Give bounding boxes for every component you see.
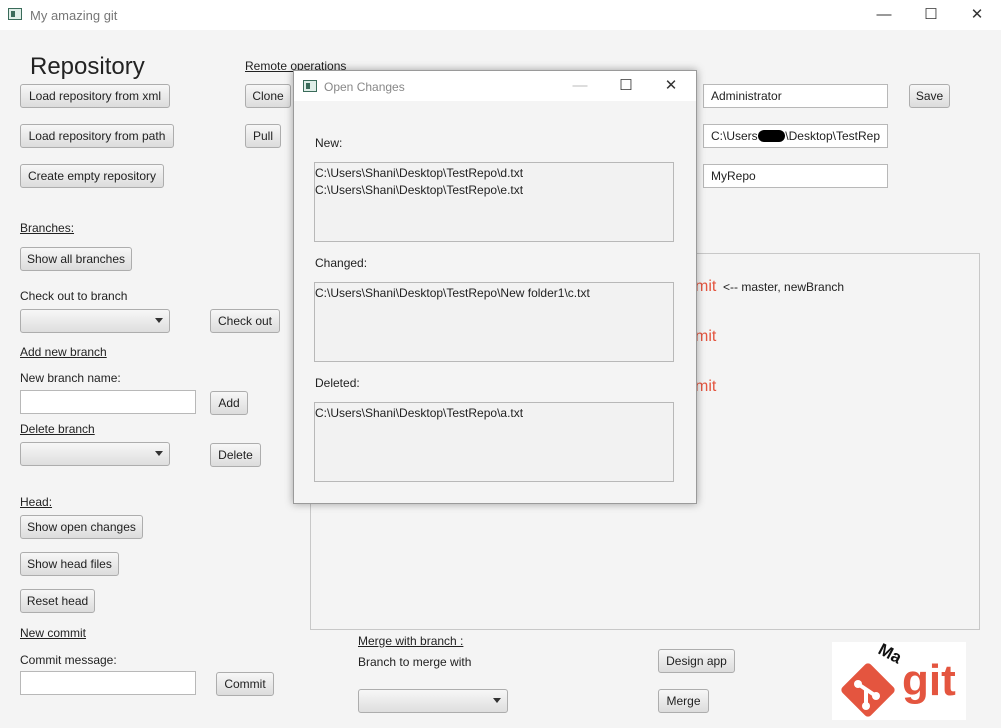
merge-label: Merge with branch : — [358, 634, 464, 648]
add-branch-label: Add new branch — [20, 345, 107, 359]
add-branch-button[interactable]: Add — [210, 391, 248, 415]
create-empty-repository-button[interactable]: Create empty repository — [20, 164, 164, 188]
show-all-branches-button[interactable]: Show all branches — [20, 247, 132, 271]
merge-button[interactable]: Merge — [658, 689, 709, 713]
dialog-app-icon — [303, 80, 317, 92]
checkout-branch-select[interactable] — [20, 309, 170, 333]
clone-button[interactable]: Clone — [245, 84, 291, 108]
delete-branch-select[interactable] — [20, 442, 170, 466]
dialog-minimize-button[interactable]: — — [563, 75, 597, 97]
dialog-title: Open Changes — [324, 80, 405, 94]
pull-button[interactable]: Pull — [245, 124, 281, 148]
branch-to-merge-label: Branch to merge with — [358, 655, 472, 669]
checkout-label: Check out to branch — [20, 289, 128, 303]
minimize-button[interactable]: — — [867, 4, 901, 26]
commit-message-input[interactable] — [20, 671, 196, 695]
maximize-button[interactable]: ☐ — [914, 4, 948, 26]
redacted-username — [757, 130, 786, 142]
save-button[interactable]: Save — [909, 84, 950, 108]
branches-label: Branches: — [20, 221, 75, 235]
list-item: C:\Users\Shani\Desktop\TestRepo\d.txt — [315, 166, 524, 180]
load-path-button[interactable]: Load repository from path — [20, 124, 174, 148]
commit-pointer-label: <-- master, newBranch — [723, 280, 845, 294]
chevron-down-icon — [155, 451, 163, 456]
window-title: My amazing git — [30, 8, 118, 23]
commit-message-label: Commit message: — [20, 653, 117, 667]
logo-big-text: git — [902, 656, 956, 705]
list-item: C:\Users\Shani\Desktop\TestRepo\a.txt — [315, 406, 524, 420]
dialog-close-button[interactable]: ✕ — [654, 75, 688, 97]
close-button[interactable]: ✕ — [960, 4, 994, 26]
my-amazing-git-logo: Ma git — [832, 640, 966, 720]
commit-node-label[interactable]: mit — [695, 378, 716, 396]
list-item: C:\Users\Shani\Desktop\TestRepo\New fold… — [315, 286, 590, 300]
changed-files-list[interactable]: C:\Users\Shani\Desktop\TestRepo\New fold… — [314, 282, 674, 362]
show-head-files-button[interactable]: Show head files — [20, 552, 119, 576]
user-name-input[interactable]: Administrator — [703, 84, 888, 108]
delete-branch-button[interactable]: Delete — [210, 443, 261, 467]
show-open-changes-button[interactable]: Show open changes — [20, 515, 143, 539]
head-label: Head: — [20, 495, 53, 509]
list-item: C:\Users\Shani\Desktop\TestRepo\e.txt — [315, 183, 524, 197]
dialog-title-bar: Open Changes — ☐ ✕ — [294, 71, 696, 101]
repository-heading: Repository — [30, 53, 145, 80]
load-xml-button[interactable]: Load repository from xml — [20, 84, 170, 108]
new-branch-name-input[interactable] — [20, 390, 196, 414]
new-files-label: New: — [315, 136, 343, 150]
reset-head-button[interactable]: Reset head — [20, 589, 95, 613]
repository-path-input[interactable]: C:\Users \Desktop\TestRep — [703, 124, 888, 148]
chevron-down-icon — [493, 698, 501, 703]
changed-files-label: Changed: — [315, 256, 368, 270]
commit-node-label[interactable]: mit — [695, 278, 716, 296]
chevron-down-icon — [155, 318, 163, 323]
delete-branch-label: Delete branch — [20, 422, 95, 436]
new-files-list[interactable]: C:\Users\Shani\Desktop\TestRepo\d.txt C:… — [314, 162, 674, 242]
deleted-files-list[interactable]: C:\Users\Shani\Desktop\TestRepo\a.txt — [314, 402, 674, 482]
dialog-maximize-button[interactable]: ☐ — [609, 75, 643, 97]
open-changes-dialog: Open Changes — ☐ ✕ New: C:\Users\Shani\D… — [293, 70, 697, 504]
merge-branch-select[interactable] — [358, 689, 508, 713]
deleted-files-label: Deleted: — [315, 376, 360, 390]
new-commit-label: New commit — [20, 626, 87, 640]
app-icon — [8, 8, 22, 20]
commit-button[interactable]: Commit — [216, 672, 274, 696]
checkout-button[interactable]: Check out — [210, 309, 280, 333]
new-branch-name-label: New branch name: — [20, 371, 121, 385]
repository-name-input[interactable]: MyRepo — [703, 164, 888, 188]
title-bar: My amazing git — ☐ ✕ — [0, 0, 1001, 30]
commit-node-label[interactable]: mit — [695, 328, 716, 346]
path-prefix: C:\Users — [711, 129, 758, 143]
design-app-button[interactable]: Design app — [658, 649, 735, 673]
path-suffix: \Desktop\TestRep — [785, 129, 880, 143]
